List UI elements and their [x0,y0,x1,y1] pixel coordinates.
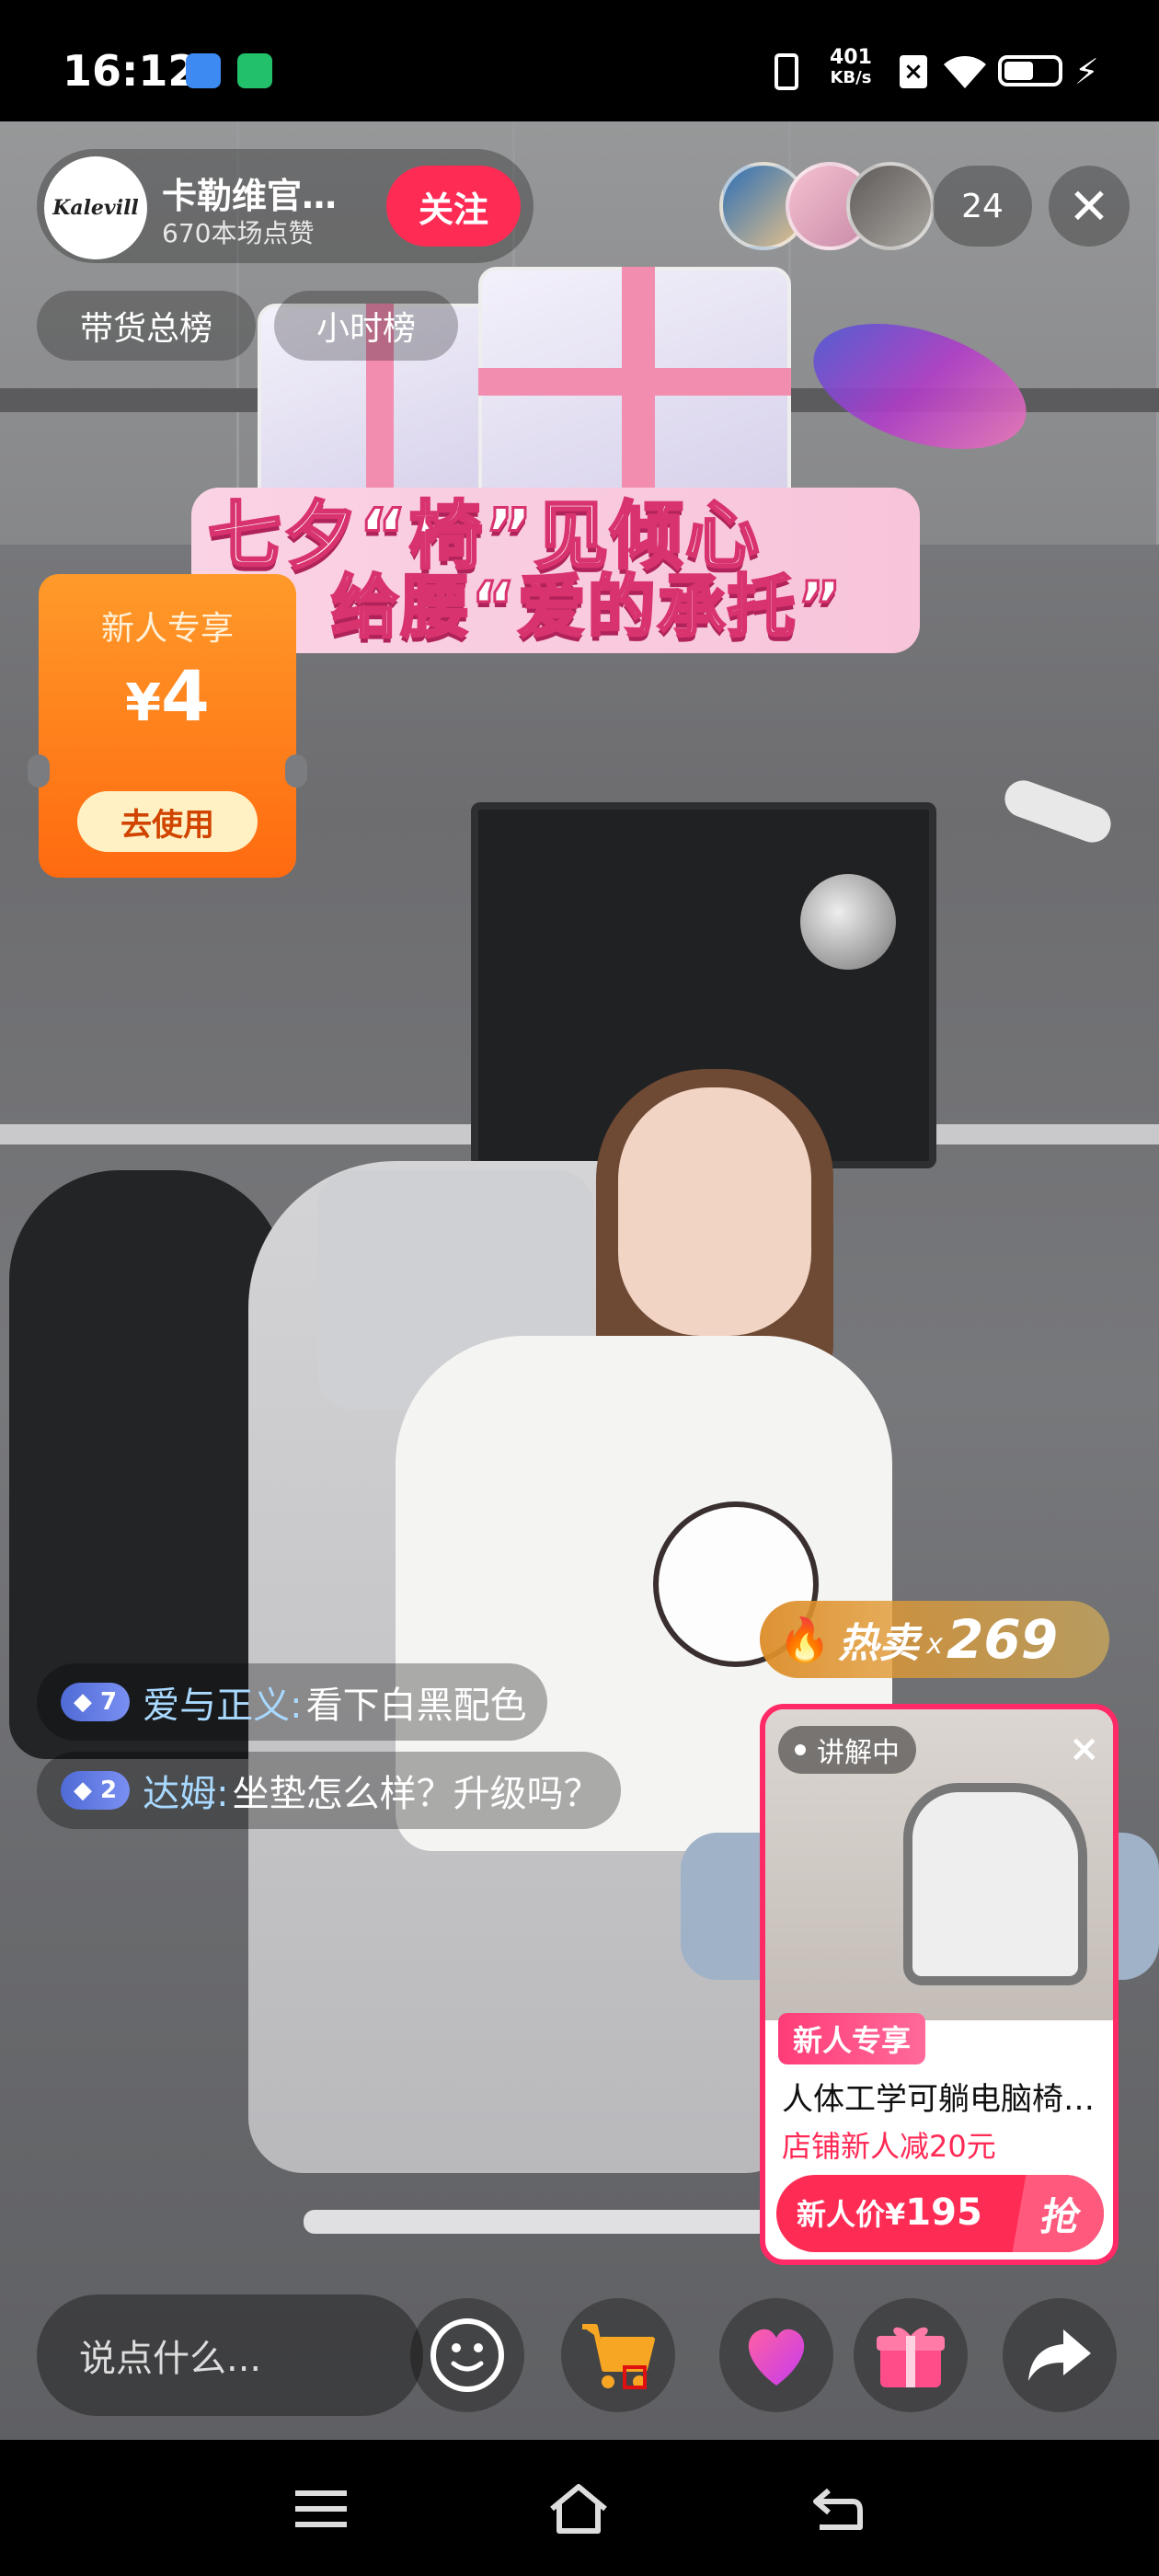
comment-user-name[interactable]: 爱与正义: [143,1675,302,1729]
comment-item[interactable]: ◆ 2 达姆: 坐垫怎么样？升级吗？ [37,1752,621,1829]
comment-text: 看下白黑配色 [305,1685,527,1727]
explaining-badge: 讲解中 [778,1726,916,1774]
gift-icon[interactable] [854,2298,968,2412]
comment-input[interactable]: 说点什么... [37,2294,423,2416]
battery-level [1004,62,1033,80]
notification-app-icon-2 [237,53,272,88]
sim-icon: × [900,55,927,88]
buy-button[interactable]: 新人价¥195 抢 [776,2175,1104,2252]
share-icon[interactable] [1003,2298,1117,2412]
close-icon[interactable]: × [1069,1728,1100,1770]
status-time: 16:12 [63,46,198,96]
coupon-notch-left [28,754,50,788]
menu-icon[interactable] [289,2477,353,2541]
newbie-price: 新人价¥195 [797,2191,982,2234]
product-promo: 店铺新人减20元 [782,2129,996,2164]
user-level: 7 [100,1688,118,1716]
comment-item[interactable]: ◆ 7 爱与正义: 看下白黑配色 [37,1663,547,1741]
flame-icon: 🔥 [778,1614,832,1664]
price-value: 195 [905,2191,982,2234]
rank-tab-sales[interactable]: 带货总榜 [37,291,256,361]
user-level-badge: ◆ 7 [61,1683,131,1721]
like-count: 670本场点赞 [162,218,315,248]
price-label: 新人价¥ [797,2197,906,2232]
vibrate-icon [775,53,798,90]
network-speed-unit: KB/s [830,68,872,87]
hot-sale-label: 热卖 [838,1620,920,1667]
hot-sale-count: 269 [947,1608,1059,1671]
back-icon[interactable] [806,2477,870,2541]
product-title[interactable]: 人体工学可躺电脑椅… [782,2074,1104,2119]
grab-button[interactable]: 抢 [1012,2175,1104,2252]
network-speed-value: 401 [830,46,872,69]
notification-app-icon [186,53,221,88]
explaining-label: 讲解中 [817,1737,900,1769]
emoji-icon[interactable] [410,2298,524,2412]
home-icon[interactable] [546,2477,611,2541]
anchor-avatar[interactable]: Kalevill [44,156,147,259]
close-icon[interactable]: ✕ [1049,166,1130,247]
product-card[interactable]: 讲解中 × 新人专享 人体工学可躺电脑椅… 店铺新人减20元 新人价¥195 抢 [760,1704,1119,2265]
coupon-amount: ¥4 [39,655,296,737]
coupon-value: 4 [161,655,210,737]
avatar-logo-text: Kalevill [52,196,139,220]
rank-tab-hourly[interactable]: 小时榜 [274,291,458,361]
coupon-notch-right [285,754,307,788]
comment-user-name[interactable]: 达姆: [143,1764,228,1817]
viewer-avatar-3[interactable] [846,162,935,250]
use-coupon-button[interactable]: 去使用 [77,791,258,852]
shopping-cart-icon[interactable] [561,2298,675,2412]
banner-line-2: 给腰“爱的承托” [329,567,844,649]
user-level: 2 [100,1777,118,1804]
anchor-name[interactable]: 卡勒维官… [162,167,337,218]
heart-icon[interactable] [719,2298,833,2412]
live-stream-screen: 七夕“椅”见倾心 给腰“爱的承托” 16:12 401 KB/s × ⚡ Kal… [0,0,1159,2576]
live-dot-icon [795,1744,806,1755]
follow-button[interactable]: 关注 [386,166,521,247]
newbie-tag: 新人专享 [778,2013,926,2064]
wifi-icon [944,56,986,88]
battery-icon [998,55,1062,86]
network-speed: 401 KB/s [830,48,872,88]
coupon-title: 新人专享 [100,610,234,648]
coupon-currency: ¥ [125,673,162,733]
viewer-count[interactable]: 24 [933,166,1032,247]
hot-sale-badge: 🔥 热卖 x 269 [760,1601,1109,1678]
hot-sale-multiplier: x [926,1627,944,1661]
charging-icon: ⚡ [1074,52,1099,92]
status-bar: 16:12 401 KB/s × ⚡ [0,0,1159,121]
user-level-badge: ◆ 2 [61,1771,131,1810]
comment-text: 坐垫怎么样？升级吗？ [232,1773,601,1815]
